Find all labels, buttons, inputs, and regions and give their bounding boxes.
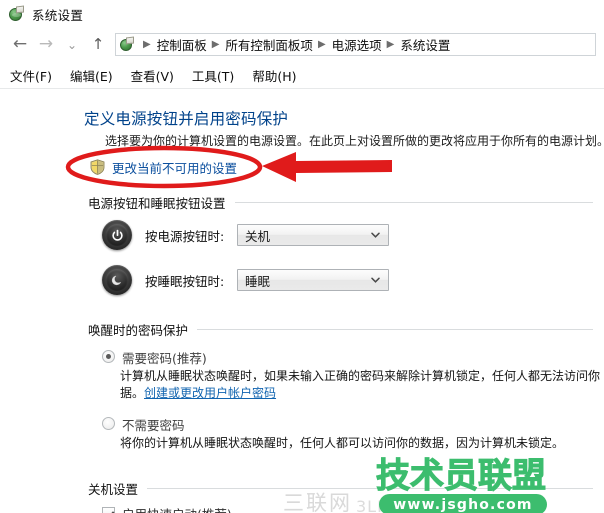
- no-password-radio-row[interactable]: 不需要密码: [102, 415, 185, 434]
- require-password-label: 需要密码(推荐): [122, 351, 207, 366]
- breadcrumb-power-options[interactable]: 电源选项: [332, 35, 382, 54]
- require-password-description: 计算机从睡眠状态唤醒时，如果未输入正确的密码来解除计算机锁定，任何人都无法访问你…: [120, 368, 600, 402]
- menu-tools[interactable]: 工具(T): [192, 66, 234, 85]
- address-bar[interactable]: ▶ 控制面板 ▶ 所有控制面板项 ▶ 电源选项 ▶ 系统设置: [115, 33, 596, 56]
- back-icon[interactable]: ←: [7, 32, 33, 58]
- breadcrumb-system-settings[interactable]: 系统设置: [400, 35, 450, 54]
- watermark-logo-url: www.jsgho.com: [379, 494, 547, 513]
- no-password-label: 不需要密码: [122, 418, 185, 433]
- shutdown-settings-group-label: 关机设置: [88, 482, 139, 497]
- sleep-button-action-dropdown[interactable]: 睡眠: [237, 269, 389, 291]
- power-button-action-dropdown[interactable]: 关机: [237, 224, 389, 246]
- fast-startup-checkbox-row[interactable]: 启用快速启动(推荐): [102, 504, 232, 513]
- sleep-button-action-value: 睡眠: [245, 273, 271, 289]
- content-pane: 定义电源按钮并启用密码保护 选择要为你的计算机设置的电源设置。在此页上对设置所做…: [0, 89, 604, 513]
- power-button-icon: [102, 220, 132, 250]
- chevron-down-icon: [371, 231, 380, 240]
- password-protection-group-label: 唤醒时的密码保护: [88, 323, 189, 338]
- control-panel-window: 系统设置 ← → ⌄ ↑ ▶ 控制面板 ▶ 所有控制面板项 ▶ 电源选项 ▶ 系…: [0, 0, 604, 513]
- group-divider: [197, 329, 593, 330]
- require-password-description-line1: 计算机从睡眠状态唤醒时，如果未输入正确的密码来解除计算机锁定，任何人都无法访问你: [120, 369, 601, 383]
- menu-help[interactable]: 帮助(H): [252, 66, 296, 85]
- breadcrumb-control-panel[interactable]: 控制面板: [157, 35, 207, 54]
- address-control-panel-icon: [119, 35, 136, 53]
- watermark-site-cn: 三联网: [283, 491, 352, 513]
- power-buttons-group-header: 电源按钮和睡眠按钮设置: [88, 193, 593, 212]
- password-protection-group-header: 唤醒时的密码保护: [88, 320, 593, 339]
- power-button-label: 按电源按钮时:: [145, 228, 225, 244]
- breadcrumb-separator-icon: ▶: [317, 39, 326, 50]
- group-divider: [234, 202, 593, 203]
- breadcrumb-all-items[interactable]: 所有控制面板项: [225, 35, 313, 54]
- watermark-logo-cn: 技术员联盟: [376, 456, 547, 496]
- control-panel-globe-icon: [8, 5, 25, 23]
- menu-bar: 文件(F) 编辑(E) 查看(V) 工具(T) 帮助(H): [0, 62, 604, 88]
- sleep-button-setting-row: 按睡眠按钮时: 睡眠: [102, 265, 389, 295]
- forward-icon[interactable]: →: [33, 32, 59, 58]
- sleep-button-label: 按睡眠按钮时:: [145, 273, 225, 289]
- change-unavailable-settings-link-row[interactable]: 更改当前不可用的设置: [90, 158, 237, 176]
- power-buttons-group-label: 电源按钮和睡眠按钮设置: [88, 196, 226, 211]
- watermark-logo: 技术员联盟 www.jsgho.com: [376, 458, 551, 513]
- window-title: 系统设置: [32, 8, 84, 23]
- create-change-account-password-link[interactable]: 创建或更改用户帐户密码: [144, 386, 276, 400]
- no-password-description: 将你的计算机从睡眠状态唤醒时，任何人都可以访问你的数据，因为计算机未锁定。: [120, 435, 600, 452]
- page-description: 选择要为你的计算机设置的电源设置。在此页上对设置所做的更改将应用于你所有的电源计…: [105, 134, 604, 148]
- page-title: 定义电源按钮并启用密码保护: [84, 110, 289, 128]
- menu-view[interactable]: 查看(V): [131, 66, 174, 85]
- uac-shield-icon: [90, 159, 105, 175]
- menu-file[interactable]: 文件(F): [10, 66, 52, 85]
- require-password-radio[interactable]: [102, 350, 115, 363]
- power-button-action-value: 关机: [245, 228, 271, 244]
- fast-startup-label: 启用快速启动(推荐): [122, 504, 232, 513]
- change-unavailable-settings-label[interactable]: 更改当前不可用的设置: [112, 158, 237, 177]
- navigation-bar: ← → ⌄ ↑ ▶ 控制面板 ▶ 所有控制面板项 ▶ 电源选项 ▶ 系统设置: [0, 29, 604, 60]
- chevron-down-icon: [371, 276, 380, 285]
- up-one-level-icon[interactable]: ↑: [85, 32, 111, 58]
- breadcrumb-separator-icon: ▶: [143, 39, 151, 50]
- menu-edit[interactable]: 编辑(E): [70, 66, 113, 85]
- no-password-radio[interactable]: [102, 417, 115, 430]
- power-button-setting-row: 按电源按钮时: 关机: [102, 220, 389, 250]
- fast-startup-checkbox[interactable]: [102, 507, 115, 513]
- require-password-description-line2-prefix: 据。: [120, 386, 145, 400]
- require-password-radio-row[interactable]: 需要密码(推荐): [102, 348, 207, 367]
- breadcrumb-separator-icon: ▶: [211, 39, 220, 50]
- sleep-button-icon: [102, 265, 132, 295]
- breadcrumb-separator-icon: ▶: [386, 39, 395, 50]
- recent-locations-chevron-icon[interactable]: ⌄: [59, 32, 85, 58]
- no-password-description-line1: 将你的计算机从睡眠状态唤醒时，任何人都可以访问你的数据，因为计算机未锁定。: [120, 436, 565, 450]
- title-bar: 系统设置: [0, 0, 604, 29]
